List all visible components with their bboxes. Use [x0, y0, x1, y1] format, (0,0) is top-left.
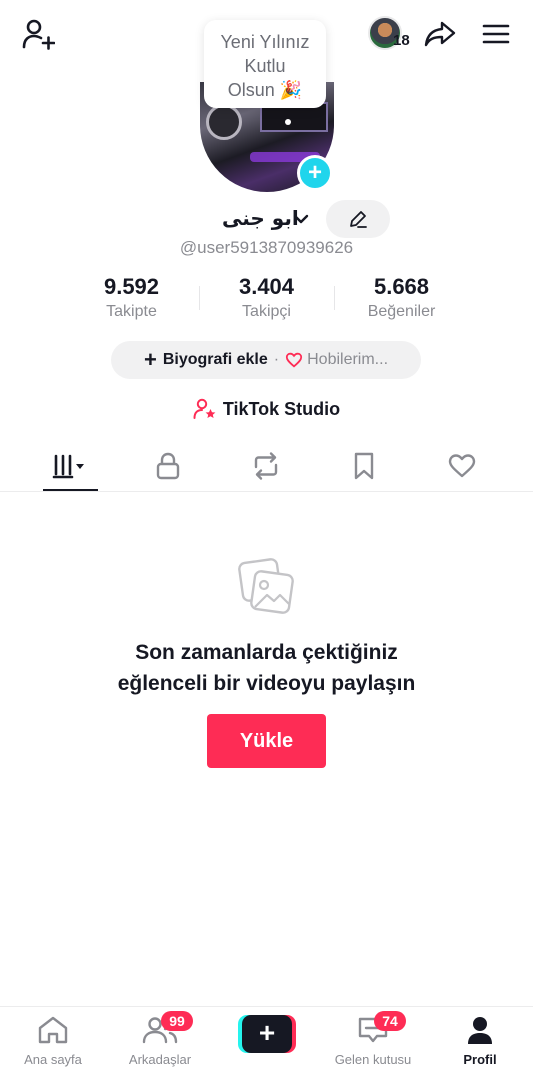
- display-name[interactable]: ابو جنى: [222, 206, 299, 230]
- empty-state-title: Son zamanlarda çektiğiniz eğlenceli bir …: [0, 637, 533, 699]
- content-tabs: [0, 440, 533, 492]
- share-arrow-icon: [424, 21, 456, 47]
- nav-friends-label: Arkadaşlar: [128, 1052, 192, 1067]
- add-photo-button[interactable]: +: [297, 155, 333, 191]
- profile-icon: [468, 1017, 492, 1044]
- tab-reposts[interactable]: [239, 448, 293, 484]
- lock-icon: [156, 452, 180, 480]
- tab-private[interactable]: [141, 448, 195, 484]
- bottom-navigation: Ana sayfa Arkadaşlar 99 + Gelen kutusu 7…: [0, 1006, 533, 1080]
- friends-count: 18: [393, 32, 410, 49]
- repost-icon: [254, 452, 278, 480]
- tab-liked[interactable]: [435, 448, 489, 484]
- stat-label: Takipte: [106, 303, 157, 320]
- stat-value: 3.404: [238, 274, 295, 299]
- video-grid-icon: [52, 454, 84, 479]
- plus-icon: +: [242, 1015, 292, 1053]
- add-bio-label[interactable]: Biyografi ekle: [163, 351, 268, 369]
- name-row: ابو جنى: [0, 200, 533, 238]
- person-star-icon: [193, 398, 216, 419]
- stat-label: Beğeniler: [367, 303, 436, 320]
- stat-likes[interactable]: 5.668 Beğeniler: [334, 272, 469, 324]
- active-tab-indicator: [43, 489, 98, 491]
- upload-button[interactable]: Yükle: [207, 714, 326, 768]
- heart-icon: [448, 454, 476, 478]
- stat-following[interactable]: 9.592 Takipte: [64, 272, 199, 324]
- create-button[interactable]: +: [238, 1015, 296, 1053]
- empty-title-line-1: Son zamanlarda çektiğiniz: [135, 641, 398, 664]
- bubble-line-2: Kutlu: [244, 56, 286, 76]
- bubble-indicator-dot: [285, 119, 291, 125]
- nav-inbox[interactable]: Gelen kutusu: [323, 1015, 423, 1067]
- plus-icon: +: [143, 347, 157, 372]
- pencil-icon: [350, 211, 367, 228]
- inbox-badge: 74: [374, 1011, 406, 1031]
- empty-title-line-2: eğlenceli bir videoyu paylaşın: [117, 672, 416, 695]
- menu-button[interactable]: [476, 14, 516, 54]
- profile-stats: 9.592 Takipte 3.404 Takipçi 5.668 Beğeni…: [64, 272, 469, 324]
- share-profile-button[interactable]: [420, 14, 460, 54]
- empty-state: Son zamanlarda çektiğiniz eğlenceli bir …: [0, 555, 533, 699]
- studio-label: TikTok Studio: [222, 398, 341, 419]
- hamburger-icon: [482, 24, 510, 44]
- friends-badge: 99: [161, 1011, 193, 1031]
- stat-label: Takipçi: [242, 303, 291, 320]
- bio-separator: ·: [273, 351, 280, 368]
- new-year-bubble[interactable]: Yeni Yılınız Kutlu Olsun 🎉: [204, 20, 326, 108]
- username: @user5913870939626: [179, 238, 354, 257]
- steering-wheel-graphic: [206, 104, 242, 140]
- tiktok-studio-link[interactable]: TikTok Studio: [0, 395, 533, 423]
- person-plus-icon: [22, 19, 55, 50]
- tab-saved[interactable]: [337, 448, 391, 484]
- stat-value: 5.668: [373, 274, 430, 299]
- nav-profile-label: Profil: [463, 1052, 497, 1067]
- edit-profile-button[interactable]: [326, 200, 390, 238]
- bio-pill[interactable]: + Biyografi ekle · Hobilerim...: [111, 341, 421, 379]
- stat-followers[interactable]: 3.404 Takipçi: [199, 272, 334, 324]
- hobbies-label[interactable]: Hobilerim...: [307, 351, 388, 369]
- home-icon: [38, 1016, 68, 1044]
- bubble-line-1: Yeni Yılınız: [220, 32, 310, 52]
- nav-home-label: Ana sayfa: [24, 1052, 82, 1067]
- chevron-down-icon[interactable]: [290, 208, 312, 230]
- bubble-line-3: Olsun 🎉: [227, 80, 303, 100]
- nav-profile[interactable]: Profil: [430, 1015, 530, 1067]
- nav-friends[interactable]: Arkadaşlar: [110, 1015, 210, 1067]
- photo-gallery-icon: [237, 558, 294, 614]
- stat-value: 9.592: [103, 274, 160, 299]
- tab-videos[interactable]: [43, 448, 97, 484]
- nav-inbox-label: Gelen kutusu: [334, 1052, 412, 1067]
- heart-outline-icon: [286, 352, 303, 368]
- nav-home[interactable]: Ana sayfa: [3, 1015, 103, 1067]
- add-friend-button[interactable]: [18, 14, 58, 54]
- bookmark-icon: [354, 452, 374, 480]
